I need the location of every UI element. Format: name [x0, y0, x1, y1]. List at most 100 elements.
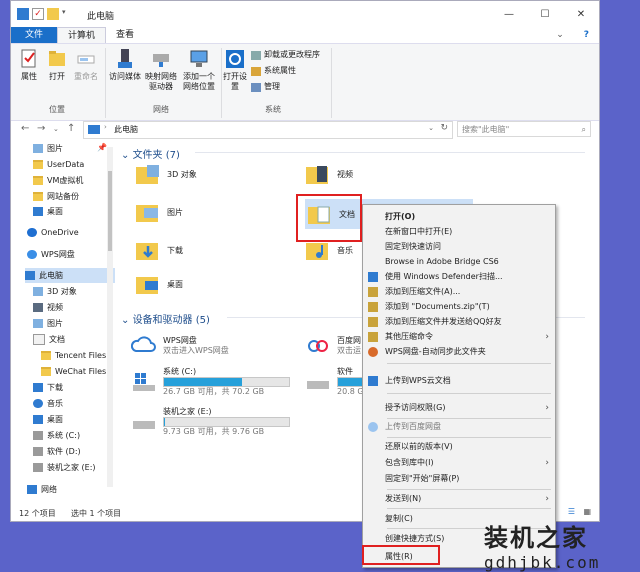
folder-item-desktop[interactable]: 桌面: [135, 271, 183, 297]
new-folder-icon[interactable]: [47, 8, 59, 20]
add-network-location-button[interactable]: 添加一个网络位置: [181, 48, 217, 92]
tab-file[interactable]: 文件: [11, 27, 58, 43]
access-media-button[interactable]: 访问媒体: [109, 48, 141, 82]
map-network-drive-button[interactable]: 映射网络驱动器: [143, 48, 179, 92]
nav-item-backup[interactable]: 网站备份: [33, 189, 79, 204]
nav-item-drive-e[interactable]: 装机之家 (E:): [33, 460, 96, 475]
menu-item-other-compress[interactable]: 其他压缩命令 ›: [363, 329, 555, 344]
folder-item-pictures[interactable]: 图片: [135, 199, 183, 225]
recent-dropdown-icon[interactable]: ⌄: [53, 125, 59, 133]
folder-icon: [33, 176, 43, 185]
menu-item-pin-start[interactable]: 固定到"开始"屏幕(P): [363, 471, 555, 486]
help-icon[interactable]: ?: [574, 27, 599, 43]
menu-item-add-qq[interactable]: 添加到压缩文件并发送给QQ好友: [363, 314, 555, 329]
properties-check-icon[interactable]: ✓: [32, 8, 44, 20]
menu-item-upload-baidu[interactable]: 上传到百度网盘: [363, 419, 555, 434]
nav-item-tencent[interactable]: Tencent Files: [41, 348, 106, 363]
nav-item-wps[interactable]: WPS网盘: [27, 247, 75, 262]
tab-view[interactable]: 查看: [106, 27, 144, 43]
archive-icon: [368, 286, 378, 297]
dropdown-icon[interactable]: ▾: [62, 8, 74, 20]
expand-ribbon-icon[interactable]: ⌄: [546, 27, 574, 43]
nav-item-music[interactable]: 音乐: [33, 396, 63, 411]
folder-item-downloads[interactable]: 下载: [135, 237, 183, 263]
folder-item-video[interactable]: 视频: [305, 161, 353, 187]
address-bar[interactable]: › 此电脑 ⌄ ↻: [83, 121, 453, 139]
icons-view-icon[interactable]: ▦: [583, 507, 591, 516]
menu-item-upload-wps[interactable]: 上传到WPS云文档: [363, 373, 555, 388]
manage-button[interactable]: 管理: [251, 82, 280, 92]
nav-item-userdata[interactable]: UserData: [33, 157, 84, 172]
nav-item-vm[interactable]: VM虚拟机: [33, 173, 83, 188]
menu-item-adobe-bridge[interactable]: Browse in Adobe Bridge CS6: [363, 254, 555, 269]
menu-item-wps-sync[interactable]: WPS网盘-自动同步此文件夹: [363, 344, 555, 359]
properties-button[interactable]: 属性: [17, 48, 41, 82]
breadcrumb[interactable]: 此电脑: [114, 124, 138, 135]
highlight-box: [362, 545, 440, 565]
open-folder-icon: [49, 51, 65, 66]
nav-item-documents[interactable]: 文档: [33, 332, 65, 347]
up-arrow-icon[interactable]: ↑: [67, 123, 75, 134]
drive-icon: [33, 447, 43, 456]
menu-item-defender[interactable]: 使用 Windows Defender扫描...: [363, 269, 555, 284]
group-system: 系统: [265, 105, 281, 114]
nav-item-video[interactable]: 视频: [33, 300, 63, 315]
nav-item-3d[interactable]: 3D 对象: [33, 284, 77, 299]
details-view-icon[interactable]: ☰: [568, 507, 575, 516]
windows-drive-icon: [133, 373, 155, 391]
open-settings-button[interactable]: 打开设置: [223, 48, 247, 92]
watermark: 装机之家 gdhjbk.com: [484, 518, 600, 572]
submenu-arrow-icon: ›: [545, 493, 549, 504]
menu-item-grant-access[interactable]: 授予访问权限(G) ›: [363, 400, 555, 415]
open-button[interactable]: 打开: [45, 48, 69, 82]
menu-item-open[interactable]: 打开(O): [363, 209, 555, 224]
scrollbar-thumb[interactable]: [108, 171, 112, 251]
tab-computer[interactable]: 计算机: [57, 27, 107, 44]
nav-item-pictures-2[interactable]: 图片: [33, 316, 63, 331]
forward-arrow-icon[interactable]: →: [37, 123, 45, 134]
divider: [331, 48, 332, 118]
folder-icon: [41, 351, 51, 360]
menu-item-include-library[interactable]: 包含到库中(I) ›: [363, 455, 555, 470]
nav-item-wechat[interactable]: WeChat Files: [41, 364, 106, 379]
search-icon: ⌕: [581, 125, 586, 134]
drive-icon: [307, 381, 329, 389]
nav-item-this-pc[interactable]: 此电脑: [25, 268, 115, 283]
nav-scrollbar[interactable]: [107, 147, 113, 487]
refresh-icon[interactable]: ↻: [440, 123, 448, 133]
nav-item-network[interactable]: 网络: [27, 482, 57, 497]
divider: [387, 363, 551, 364]
back-arrow-icon[interactable]: ←: [21, 123, 29, 134]
nav-item-drive-c[interactable]: 系统 (C:): [33, 428, 80, 443]
wps-cloud-icon: [131, 336, 156, 352]
drive-item-e[interactable]: 装机之家 (E:) 9.73 GB 可用，共 9.76 GB: [131, 407, 290, 437]
uninstall-program-button[interactable]: 卸载或更改程序: [251, 50, 320, 60]
nav-item-pictures[interactable]: 图片: [33, 141, 63, 156]
nav-item-downloads[interactable]: 下载: [33, 380, 63, 395]
minimize-button[interactable]: —: [491, 1, 527, 27]
menu-item-pin-quick[interactable]: 固定到快速访问: [363, 239, 555, 254]
menu-item-send-to[interactable]: 发送到(N) ›: [363, 491, 555, 506]
folders-section-header[interactable]: ⌄ 文件夹 (7): [121, 146, 180, 161]
devices-section-header[interactable]: ⌄ 设备和驱动器 (5): [121, 311, 210, 326]
wps-drive-item[interactable]: WPS网盘 双击进入WPS网盘: [131, 333, 229, 359]
folder-item-3d[interactable]: 3D 对象: [135, 161, 197, 187]
nav-item-drive-d[interactable]: 软件 (D:): [33, 444, 81, 459]
menu-item-new-window[interactable]: 在新窗口中打开(E): [363, 224, 555, 239]
system-properties-button[interactable]: 系统属性: [251, 66, 296, 76]
nav-item-desktop-2[interactable]: 桌面: [33, 412, 63, 427]
baidu-drive-item[interactable]: 百度网 双击运: [305, 333, 361, 359]
address-dropdown-icon[interactable]: ⌄: [428, 124, 434, 132]
search-input[interactable]: 搜索"此电脑" ⌕: [457, 121, 591, 137]
menu-item-restore[interactable]: 还原以前的版本(V): [363, 439, 555, 454]
maximize-button[interactable]: ☐: [527, 1, 563, 27]
3d-icon: [33, 287, 43, 296]
close-button[interactable]: ✕: [563, 1, 599, 27]
nav-item-desktop[interactable]: 桌面: [33, 204, 63, 219]
menu-item-add-archive[interactable]: 添加到压缩文件(A)...: [363, 284, 555, 299]
drive-item-c[interactable]: 系统 (C:) 26.7 GB 可用，共 70.2 GB: [131, 367, 290, 397]
menu-item-add-zip[interactable]: 添加到 "Documents.zip"(T): [363, 299, 555, 314]
nav-item-onedrive[interactable]: OneDrive: [27, 225, 79, 240]
rename-button[interactable]: 重命名: [73, 48, 99, 82]
computer-icon[interactable]: [17, 8, 29, 20]
